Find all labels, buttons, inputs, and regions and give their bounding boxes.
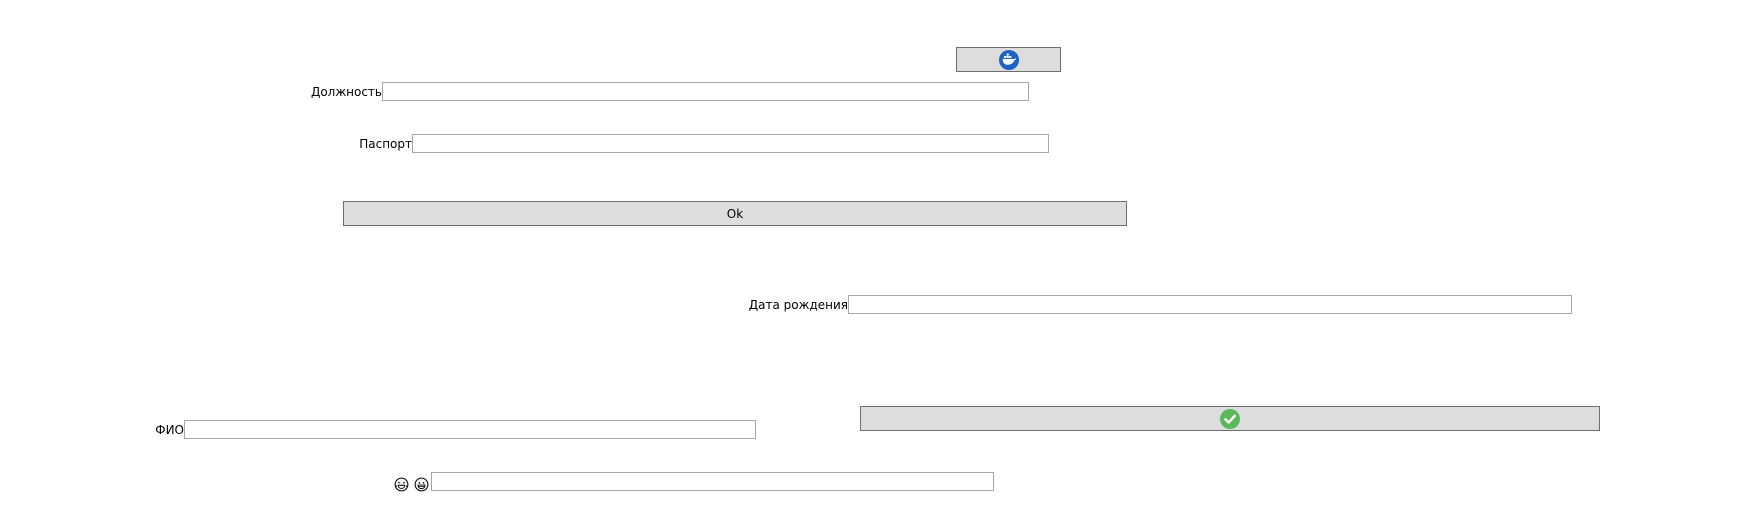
birth-date-input[interactable] [848, 295, 1572, 314]
crying-laughing-face-icon [394, 477, 409, 492]
docker-whale-icon [998, 49, 1019, 70]
emoji-input[interactable] [431, 472, 994, 491]
docker-button[interactable] [956, 47, 1061, 72]
passport-input[interactable] [412, 134, 1049, 153]
position-input[interactable] [382, 82, 1029, 101]
check-circle-icon [1220, 408, 1240, 429]
full-name-input[interactable] [184, 420, 756, 439]
ok-button[interactable]: Ok [343, 201, 1127, 226]
birth-date-label: Дата рождения [748, 298, 848, 312]
full-name-label: ФИО [155, 423, 184, 437]
ok-button-label: Ok [726, 206, 744, 221]
confirm-button[interactable] [860, 406, 1600, 431]
grinning-face-icon [414, 477, 429, 492]
position-label: Должность [310, 85, 382, 99]
passport-label: Паспорт [359, 137, 412, 151]
